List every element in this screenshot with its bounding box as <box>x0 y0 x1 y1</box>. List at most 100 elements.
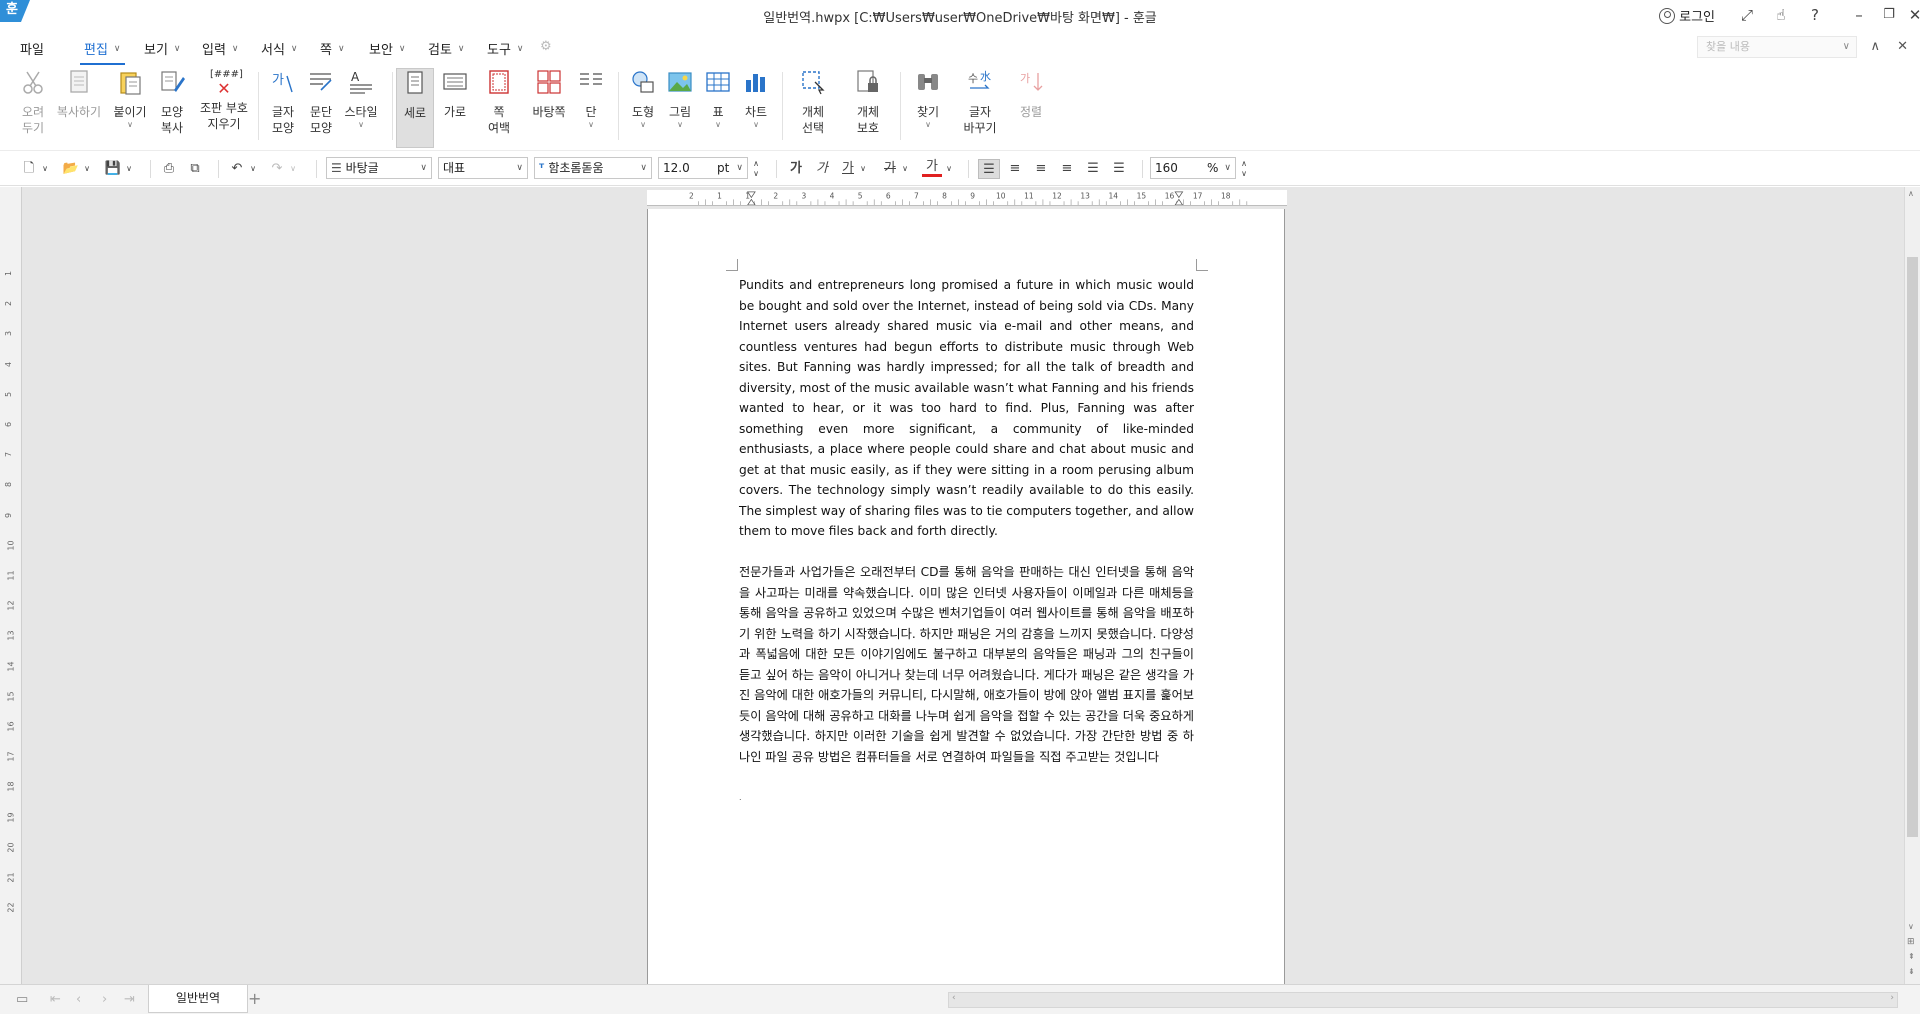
horizontal-ruler[interactable]: 2 1 1 2 3 4 5 6 7 8 9 10 11 12 13 14 15 16 17 18 <box>647 190 1287 206</box>
format-copy-button[interactable]: 모양 복사 <box>151 68 193 136</box>
paragraph-korean[interactable]: 전문가들과 사업가들은 오래전부터 CD를 통해 음악을 판매하는 대신 인터넷… <box>739 562 1194 767</box>
save-icon[interactable]: 💾 <box>102 159 124 179</box>
menu-security[interactable]: 보안 ∨ <box>369 39 406 58</box>
underline-button[interactable]: 가 <box>838 159 858 179</box>
align-left-button[interactable]: ≡ <box>1004 159 1026 179</box>
close-doc-icon[interactable]: ✕ <box>1897 39 1908 54</box>
help-icon[interactable]: ? <box>1804 4 1826 26</box>
add-tab-button[interactable]: + <box>248 989 261 1008</box>
shape-button[interactable]: 도형 ∨ <box>622 68 664 130</box>
scroll-left-icon[interactable]: ‹ <box>952 993 956 1003</box>
find-button[interactable]: 찾기 ∨ <box>907 68 949 130</box>
picture-button[interactable]: 그림 ∨ <box>659 68 701 130</box>
font-select[interactable]: ᵀ 함초롬돋움 ∨ <box>534 157 652 179</box>
menu-tools[interactable]: 도구 ∨ <box>487 39 524 58</box>
prev-page-icon[interactable]: ⇞ <box>1908 952 1915 961</box>
copy-button[interactable]: 복사하기 <box>55 68 103 120</box>
vertical-scrollbar[interactable]: ∧ ∨ ⊞ ⇞ ⇟ <box>1904 187 1920 984</box>
ruler-right-indent-marker[interactable] <box>1174 191 1184 205</box>
align-right-button[interactable]: ≡ <box>1056 159 1078 179</box>
next-tab-icon[interactable]: › <box>102 992 107 1007</box>
bold-button[interactable]: 가 <box>786 159 806 179</box>
extra-settings-icon[interactable]: ⚙ <box>540 39 552 54</box>
sort-button[interactable]: 가 정렬 <box>1010 68 1052 120</box>
line-spacing-stepper[interactable]: ∧ ∨ <box>1238 159 1250 179</box>
collapse-ribbon-icon[interactable]: ∧ <box>1870 39 1880 54</box>
find-input[interactable]: 찾을 내용 ∨ <box>1697 36 1857 58</box>
first-tab-icon[interactable]: ⇤ <box>50 992 61 1007</box>
chevron-down-icon[interactable]: ∨ <box>288 159 298 179</box>
menu-file[interactable]: 파일 <box>20 39 44 58</box>
page-margin-button[interactable]: 쪽 여백 <box>478 68 520 136</box>
trailing-paragraph-mark[interactable]: . <box>739 788 1194 809</box>
scroll-up-icon[interactable]: ∧ <box>1908 189 1914 198</box>
view-mode-icon[interactable]: ▭ <box>16 992 28 1007</box>
replace-char-button[interactable]: 수水 글자 바꾸기 <box>955 68 1005 136</box>
strike-button[interactable]: 가 <box>880 159 900 179</box>
clear-codes-button[interactable]: [###] ✕ 조판 부호 지우기 <box>196 68 252 132</box>
chevron-down-icon[interactable]: ∨ <box>944 159 954 179</box>
chevron-down-icon[interactable]: ∨ <box>82 159 92 179</box>
menu-page[interactable]: 쪽 ∨ <box>320 39 345 58</box>
menu-format[interactable]: 서식 ∨ <box>261 39 298 58</box>
redo-icon[interactable]: ↷ <box>266 159 288 179</box>
line-spacing-input[interactable]: 160% ∨ <box>1150 157 1236 179</box>
align-justify-button[interactable]: ☰ <box>978 159 1000 179</box>
font-size-stepper[interactable]: ∧ ∨ <box>750 159 762 179</box>
document-tab[interactable]: 일반번역 <box>148 985 248 1013</box>
minimize-icon[interactable]: – <box>1848 4 1870 26</box>
prev-tab-icon[interactable]: ‹ <box>76 992 81 1007</box>
paragraph-english[interactable]: Pundits and entrepreneurs long promised … <box>739 275 1194 542</box>
chevron-down-icon[interactable]: ∨ <box>900 159 910 179</box>
menu-edit[interactable]: 편집 ∨ <box>80 39 124 65</box>
open-folder-icon[interactable]: 📂 <box>60 159 82 179</box>
login-button[interactable]: 로그인 <box>1659 6 1715 25</box>
menu-view[interactable]: 보기 ∨ <box>144 39 181 58</box>
align-center-button[interactable]: ≡ <box>1030 159 1052 179</box>
page-bg-button[interactable]: 바탕쪽 <box>528 68 570 120</box>
print-preview-icon[interactable]: ⧉ <box>184 159 206 179</box>
document-page[interactable]: Pundits and entrepreneurs long promised … <box>647 209 1285 984</box>
font-color-button[interactable]: 가 <box>922 159 942 177</box>
align-distribute-button[interactable]: ☰ <box>1082 159 1104 179</box>
table-button[interactable]: 표 ∨ <box>697 68 739 130</box>
chevron-down-icon[interactable]: ∨ <box>248 159 258 179</box>
vertical-ruler[interactable]: 1 2 3 4 5 6 7 8 9 10 11 12 13 14 15 16 17 18 19 20 21 22 <box>0 187 22 984</box>
font-size-input[interactable]: 12.0 pt ∨ <box>658 157 748 179</box>
menu-review[interactable]: 검토 ∨ <box>428 39 465 58</box>
cut-button[interactable]: 오려 두기 <box>12 68 54 136</box>
fullscreen-icon[interactable]: ⤢ <box>1736 4 1758 26</box>
align-divide-button[interactable]: ☰ <box>1108 159 1130 179</box>
object-protect-button[interactable]: 개체 보호 <box>847 68 889 136</box>
object-select-button[interactable]: 개체 선택 <box>792 68 834 136</box>
touch-mode-icon[interactable]: ☝ <box>1770 4 1792 26</box>
italic-button[interactable]: 가 <box>812 159 832 179</box>
horizontal-scrollbar[interactable]: ‹ › <box>948 992 1898 1008</box>
style-select[interactable]: ☰ 바탕글 ∨ <box>326 157 432 179</box>
style-button[interactable]: A 스타일 ∨ <box>340 68 382 130</box>
vertical-scroll-thumb[interactable] <box>1907 257 1918 837</box>
column-button[interactable]: 단 ∨ <box>570 68 612 130</box>
menu-insert[interactable]: 입력 ∨ <box>202 39 239 58</box>
chevron-down-icon[interactable]: ∨ <box>858 159 868 179</box>
paste-button[interactable]: 붙이기 ∨ <box>109 68 151 130</box>
scroll-down-icon[interactable]: ∨ <box>1908 922 1914 931</box>
page-nav-icon[interactable]: ⊞ <box>1907 937 1915 947</box>
chart-button[interactable]: 차트 ∨ <box>735 68 777 130</box>
portrait-button[interactable]: 세로 <box>396 68 434 148</box>
new-doc-icon[interactable]: 🗋 <box>18 159 40 179</box>
landscape-button[interactable]: 가로 <box>434 68 476 120</box>
chevron-down-icon[interactable]: ∨ <box>124 159 134 179</box>
close-icon[interactable]: ✕ <box>1904 4 1920 26</box>
print-icon[interactable]: ⎙ <box>158 159 180 179</box>
last-tab-icon[interactable]: ⇥ <box>124 992 135 1007</box>
char-shape-button[interactable]: 가 글자 모양 <box>262 68 304 136</box>
para-shape-button[interactable]: 문단 모양 <box>300 68 342 136</box>
language-select[interactable]: 대표 ∨ <box>438 157 528 179</box>
restore-icon[interactable]: ❐ <box>1878 4 1900 26</box>
document-body[interactable]: Pundits and entrepreneurs long promised … <box>739 275 1194 829</box>
undo-icon[interactable]: ↶ <box>226 159 248 179</box>
next-page-icon[interactable]: ⇟ <box>1908 967 1915 976</box>
chevron-down-icon[interactable]: ∨ <box>40 159 50 179</box>
scroll-right-icon[interactable]: › <box>1890 993 1894 1003</box>
